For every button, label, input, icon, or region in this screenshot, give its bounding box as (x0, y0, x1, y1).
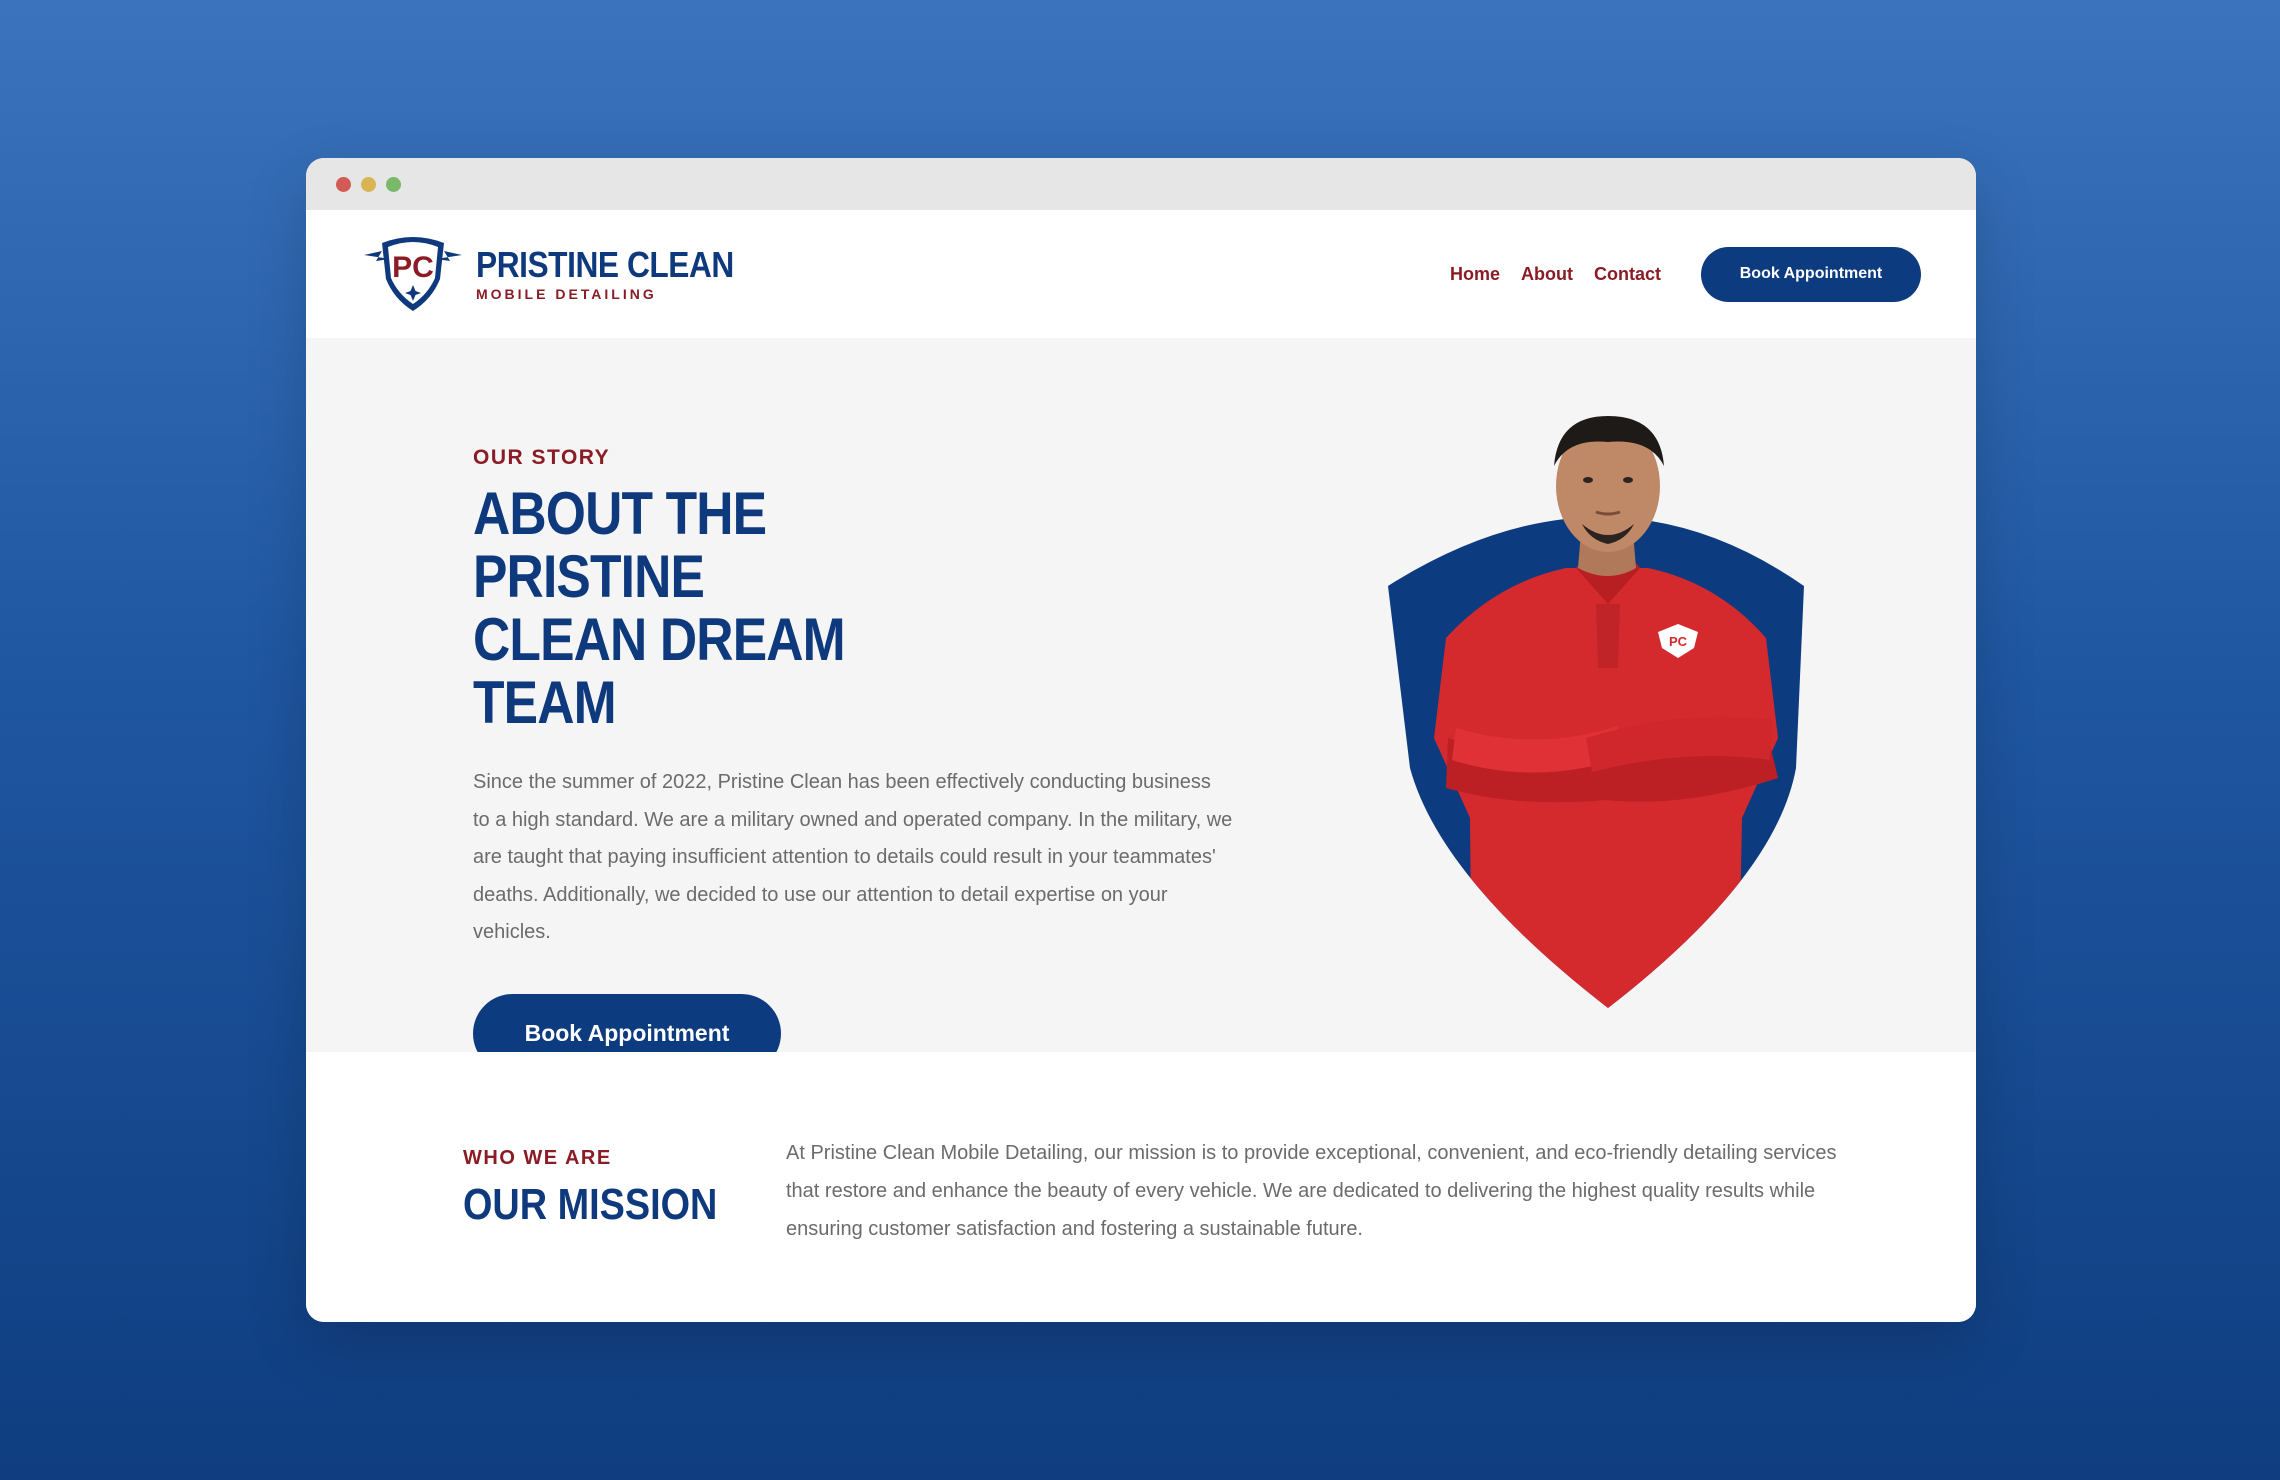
site-header: PC PRISTINE CLEAN MOBILE DETAILING Home … (306, 210, 1976, 338)
brand-name: PRISTINE CLEAN (476, 243, 734, 285)
svg-text:PC: PC (392, 251, 434, 284)
brand-tagline: MOBILE DETAILING (476, 285, 657, 302)
header-book-appointment-button[interactable]: Book Appointment (1701, 246, 1921, 302)
shield-logo-icon: PC (364, 237, 462, 311)
mission-description: At Pristine Clean Mobile Detailing, our … (786, 1142, 1837, 1240)
nav-link-home[interactable]: Home (1450, 264, 1500, 285)
nav-link-contact[interactable]: Contact (1594, 264, 1661, 285)
hero-title: ABOUT THE PRISTINE CLEAN DREAM TEAM (473, 480, 846, 736)
maximize-window-button[interactable] (386, 176, 401, 192)
close-window-button[interactable] (336, 176, 351, 192)
minimize-window-button[interactable] (361, 176, 376, 192)
about-hero-section: OUR STORY ABOUT THE PRISTINE CLEAN DREAM… (306, 338, 1976, 1073)
browser-window: PC PRISTINE CLEAN MOBILE DETAILING Home … (306, 158, 1976, 1322)
hero-eyebrow: OUR STORY (473, 446, 611, 469)
mission-section: WHO WE ARE OUR MISSION At Pristine Clean… (306, 1052, 1976, 1322)
main-nav: Home About Contact (1450, 264, 1661, 285)
brand-logo[interactable]: PC PRISTINE CLEAN MOBILE DETAILING (360, 233, 769, 315)
svg-text:PC: PC (1669, 634, 1688, 649)
hero-description: Since the summer of 2022, Pristine Clean… (473, 771, 1233, 943)
nav-link-about[interactable]: About (1521, 264, 1573, 285)
team-member-shield-image: PC (1388, 416, 1804, 1008)
mission-eyebrow: WHO WE ARE (463, 1147, 612, 1169)
mission-title: OUR MISSION (463, 1180, 718, 1229)
window-titlebar (306, 158, 1976, 210)
